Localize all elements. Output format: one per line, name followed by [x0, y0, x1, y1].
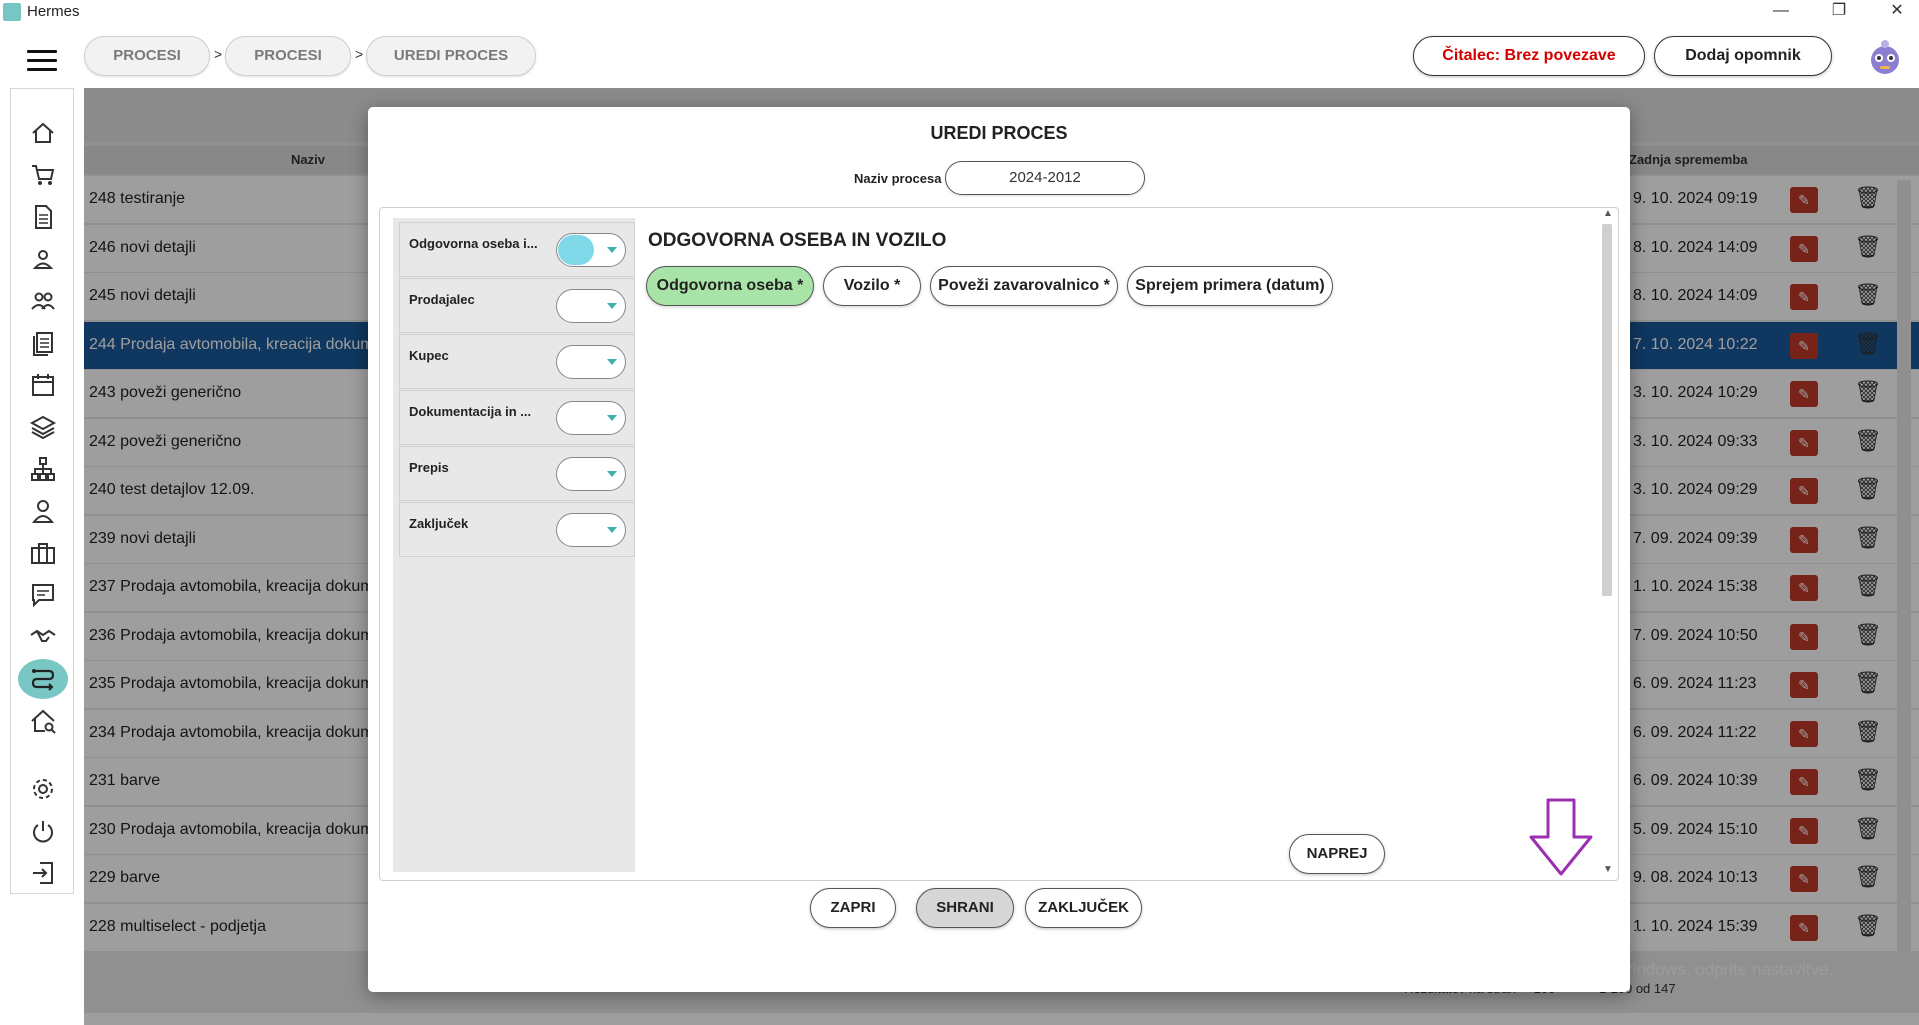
- app-title: Hermes: [27, 3, 80, 20]
- close-button[interactable]: ZAPRI: [810, 888, 896, 928]
- edit-process-modal: UREDI PROCES Naziv procesa 2024-2012 Odg…: [368, 107, 1630, 992]
- scroll-up-icon[interactable]: ▲: [1603, 208, 1613, 219]
- caret-down-icon: [607, 471, 617, 477]
- step-status-select[interactable]: [556, 345, 626, 379]
- documents-icon[interactable]: [27, 327, 59, 359]
- step-item[interactable]: Prodajalec: [399, 278, 635, 333]
- steps-column: Odgovorna oseba i... Prodajalec Kupec Dokum…: [393, 218, 635, 872]
- add-reminder-button[interactable]: Dodaj opomnik: [1654, 36, 1832, 76]
- process-name-input[interactable]: 2024-2012: [945, 161, 1145, 195]
- down-arrow-annotation-icon: [1529, 798, 1593, 876]
- tab-vozilo[interactable]: Vozilo *: [823, 266, 921, 306]
- process-step-panel: Odgovorna oseba i... Prodajalec Kupec Dokum…: [379, 207, 1619, 881]
- document-icon[interactable]: [27, 201, 59, 233]
- caret-down-icon: [607, 359, 617, 365]
- sidebar: [10, 88, 74, 894]
- window-titlebar: Hermes — ❐ ✕: [0, 0, 1919, 24]
- power-icon[interactable]: [27, 815, 59, 847]
- step-label: Zaključek: [409, 516, 469, 531]
- hierarchy-icon[interactable]: [27, 453, 59, 485]
- minimize-button[interactable]: —: [1758, 0, 1804, 24]
- handshake-icon[interactable]: [27, 621, 59, 653]
- step-status-dot: [558, 235, 594, 265]
- close-window-button[interactable]: ✕: [1874, 0, 1919, 24]
- breadcrumb-procesi-2[interactable]: PROCESI: [225, 36, 351, 76]
- house-search-icon[interactable]: [27, 705, 59, 737]
- menu-icon[interactable]: [27, 50, 57, 72]
- step-item[interactable]: Dokumentacija in ...: [399, 390, 635, 445]
- reader-status-button[interactable]: Čitalec: Brez povezave: [1413, 36, 1645, 76]
- agent-icon[interactable]: [27, 495, 59, 527]
- cart-icon[interactable]: [27, 159, 59, 191]
- step-label: Prodajalec: [409, 292, 475, 307]
- panel-scrollbar[interactable]: ▲ ▼: [1600, 208, 1614, 880]
- step-status-select[interactable]: [556, 289, 626, 323]
- caret-down-icon: [607, 247, 617, 253]
- step-item[interactable]: Zaključek: [399, 502, 635, 557]
- home-icon[interactable]: [27, 117, 59, 149]
- calendar-icon[interactable]: [27, 369, 59, 401]
- scroll-thumb[interactable]: [1602, 224, 1612, 596]
- chat-icon[interactable]: [27, 579, 59, 611]
- maximize-button[interactable]: ❐: [1816, 0, 1862, 24]
- step-status-select[interactable]: [556, 401, 626, 435]
- caret-down-icon: [607, 415, 617, 421]
- step-label: Kupec: [409, 348, 449, 363]
- tab-odgovorna-oseba[interactable]: Odgovorna oseba *: [646, 266, 814, 306]
- finish-button[interactable]: ZAKLJUČEK: [1025, 888, 1142, 928]
- person-icon[interactable]: [27, 243, 59, 275]
- save-button[interactable]: SHRANI: [916, 888, 1014, 928]
- gear-icon[interactable]: [27, 773, 59, 805]
- people-icon[interactable]: [27, 285, 59, 317]
- layers-icon[interactable]: [27, 411, 59, 443]
- section-title: ODGOVORNA OSEBA IN VOZILO: [648, 230, 947, 251]
- step-status-select[interactable]: [556, 233, 626, 267]
- step-label: Odgovorna oseba i...: [409, 236, 538, 251]
- breadcrumb-uredi-proces[interactable]: UREDI PROCES: [366, 36, 536, 76]
- tab-sprejem-primera[interactable]: Sprejem primera (datum): [1127, 266, 1333, 306]
- app-logo-icon: [3, 3, 21, 21]
- scroll-down-icon[interactable]: ▼: [1603, 864, 1613, 875]
- next-button[interactable]: NAPREJ: [1289, 834, 1385, 874]
- step-item[interactable]: Kupec: [399, 334, 635, 389]
- process-icon[interactable]: [18, 659, 68, 699]
- step-item[interactable]: Odgovorna oseba i...: [399, 222, 635, 277]
- step-label: Prepis: [409, 460, 449, 475]
- process-name-label: Naziv procesa: [854, 171, 942, 186]
- logout-icon[interactable]: [27, 857, 59, 889]
- caret-down-icon: [607, 303, 617, 309]
- avatar-icon[interactable]: [1866, 36, 1904, 76]
- step-status-select[interactable]: [556, 457, 626, 491]
- modal-title: UREDI PROCES: [930, 123, 1068, 143]
- step-item[interactable]: Prepis: [399, 446, 635, 501]
- caret-down-icon: [607, 527, 617, 533]
- breadcrumb-separator: >: [214, 46, 223, 62]
- briefcase-icon[interactable]: [27, 537, 59, 569]
- breadcrumb-procesi-1[interactable]: PROCESI: [84, 36, 210, 76]
- step-label: Dokumentacija in ...: [409, 404, 532, 419]
- tab-povezi-zavarovalnico[interactable]: Poveži zavarovalnico *: [930, 266, 1118, 306]
- breadcrumb-separator: >: [355, 46, 364, 62]
- step-status-select[interactable]: [556, 513, 626, 547]
